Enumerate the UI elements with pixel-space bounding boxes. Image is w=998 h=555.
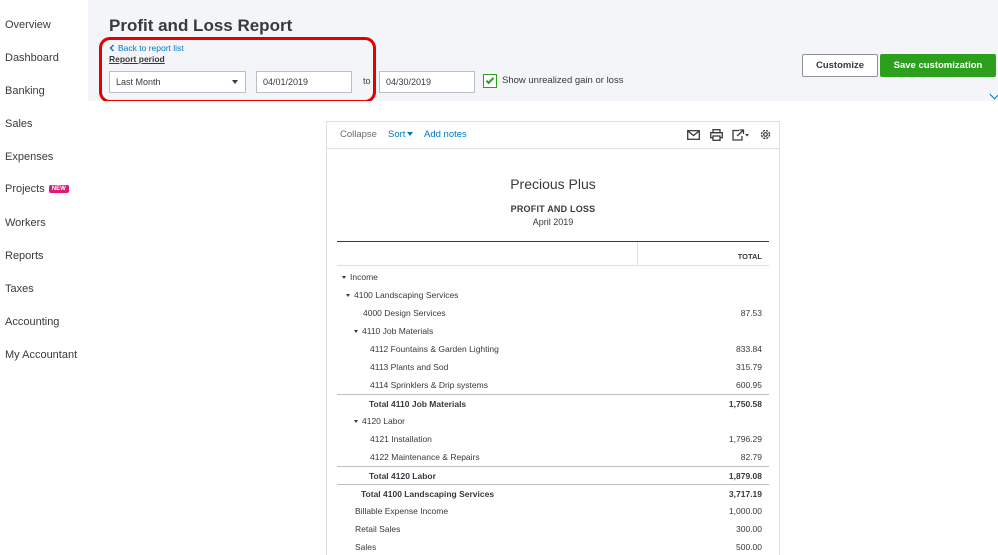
table-row: 4113 Plants and Sod 315.79 — [337, 358, 769, 376]
row-label[interactable]: 4110 Job Materials — [354, 326, 433, 336]
unrealized-gain-label: Show unrealized gain or loss — [502, 75, 624, 86]
row-value[interactable]: 3,717.19 — [729, 489, 762, 499]
expand-triangle-icon[interactable] — [354, 420, 358, 423]
report-area: Collapse Sort Add notes Precious Plus PR… — [88, 101, 998, 555]
left-navigation: Overview Dashboard Banking Sales Expense… — [0, 0, 88, 555]
total-column-header: TOTAL — [737, 252, 762, 261]
nav-reports[interactable]: Reports — [5, 250, 44, 262]
nav-dashboard[interactable]: Dashboard — [5, 52, 59, 64]
nav-workers[interactable]: Workers — [5, 217, 46, 229]
row-label[interactable]: Income — [342, 272, 378, 282]
collapse-link[interactable]: Collapse — [340, 129, 377, 140]
row-label[interactable]: 4113 Plants and Sod — [370, 362, 448, 372]
column-divider — [637, 242, 638, 266]
customize-button[interactable]: Customize — [802, 54, 878, 77]
print-icon[interactable] — [710, 129, 723, 141]
row-label-text: Income — [350, 272, 378, 282]
table-row: 4120 Labor — [337, 412, 769, 430]
table-row: 4110 Job Materials — [337, 322, 769, 340]
expand-triangle-icon[interactable] — [354, 330, 358, 333]
row-label[interactable]: Retail Sales — [355, 524, 400, 534]
new-badge: NEW — [48, 185, 69, 193]
row-label[interactable]: Total 4120 Labor — [369, 471, 436, 481]
export-icon[interactable] — [732, 129, 749, 141]
row-label[interactable]: 4120 Labor — [354, 416, 405, 426]
row-label[interactable]: 4000 Design Services — [363, 308, 446, 318]
save-customization-button[interactable]: Save customization — [880, 54, 996, 77]
table-row: Retail Sales 300.00 — [337, 520, 769, 538]
sort-label: Sort — [388, 129, 406, 140]
report-paper: Collapse Sort Add notes Precious Plus PR… — [326, 121, 780, 555]
expand-triangle-icon[interactable] — [346, 294, 350, 297]
sort-dropdown[interactable]: Sort — [388, 129, 414, 140]
company-name: Precious Plus — [510, 176, 596, 192]
table-row: 4114 Sprinklers & Drip systems 600.95 — [337, 376, 769, 394]
expand-triangle-icon[interactable] — [342, 276, 346, 279]
row-label-text: 4110 Job Materials — [362, 326, 434, 336]
email-icon[interactable] — [687, 130, 700, 140]
unrealized-gain-checkbox[interactable] — [483, 74, 497, 88]
report-period-subtitle: April 2019 — [532, 217, 574, 227]
nav-projects[interactable]: Projects NEW — [5, 183, 69, 195]
nav-banking[interactable]: Banking — [5, 85, 45, 97]
report-title: PROFIT AND LOSS — [510, 204, 596, 214]
row-label[interactable]: Billable Expense Income — [355, 506, 448, 516]
column-header-row: TOTAL — [337, 241, 769, 266]
table-row: 4100 Landscaping Services — [337, 286, 769, 304]
row-label-text: 4100 Landscaping Services — [354, 290, 459, 300]
row-value[interactable]: 1,000.00 — [729, 506, 762, 516]
row-value[interactable]: 87.53 — [741, 308, 762, 318]
page-title: Profit and Loss Report — [109, 16, 293, 35]
table-row: 4121 Installation 1,796.29 — [337, 430, 769, 448]
row-value[interactable]: 500.00 — [736, 542, 762, 552]
report-header: Profit and Loss Report Back to report li… — [88, 0, 998, 103]
row-label[interactable]: 4114 Sprinklers & Drip systems — [370, 380, 488, 390]
table-row: Sales 500.00 — [337, 538, 769, 555]
table-row: 4122 Maintenance & Repairs 82.79 — [337, 448, 769, 466]
nav-my-accountant[interactable]: My Accountant — [5, 349, 77, 361]
settings-gear-icon[interactable] — [759, 128, 772, 141]
nav-taxes[interactable]: Taxes — [5, 283, 34, 295]
row-value[interactable]: 300.00 — [736, 524, 762, 534]
nav-accounting[interactable]: Accounting — [5, 316, 59, 328]
caret-down-icon — [407, 132, 414, 136]
row-value[interactable]: 82.79 — [741, 452, 762, 462]
table-row: Income — [337, 268, 769, 286]
nav-expenses[interactable]: Expenses — [5, 151, 53, 163]
row-value[interactable]: 600.95 — [736, 380, 762, 390]
report-toolbar: Collapse Sort Add notes — [327, 122, 779, 149]
nav-overview[interactable]: Overview — [5, 19, 51, 31]
row-label[interactable]: Total 4110 Job Materials — [369, 399, 466, 409]
row-label[interactable]: Sales — [355, 542, 376, 552]
table-row: Billable Expense Income 1,000.00 — [337, 502, 769, 520]
table-row: 4000 Design Services 87.53 — [337, 304, 769, 322]
table-row-total: Total 4120 Labor 1,879.08 — [337, 466, 769, 484]
nav-sales[interactable]: Sales — [5, 118, 33, 130]
table-row-total: Total 4110 Job Materials 1,750.58 — [337, 394, 769, 412]
row-value[interactable]: 1,796.29 — [729, 434, 762, 444]
row-value[interactable]: 315.79 — [736, 362, 762, 372]
nav-projects-label: Projects — [5, 183, 45, 195]
table-row: 4112 Fountains & Garden Lighting 833.84 — [337, 340, 769, 358]
add-notes-link[interactable]: Add notes — [424, 129, 467, 140]
highlight-annotation — [99, 37, 376, 103]
chevron-down-icon[interactable] — [989, 89, 998, 100]
row-label[interactable]: 4121 Installation — [370, 434, 432, 444]
row-value[interactable]: 833.84 — [736, 344, 762, 354]
row-label[interactable]: 4122 Maintenance & Repairs — [370, 452, 480, 462]
row-label[interactable]: 4112 Fountains & Garden Lighting — [370, 344, 499, 354]
row-label[interactable]: Total 4100 Landscaping Services — [361, 489, 494, 499]
row-label-text: 4120 Labor — [362, 416, 406, 426]
checkmark-icon — [485, 75, 495, 85]
table-row-total: Total 4100 Landscaping Services 3,717.19 — [337, 484, 769, 502]
row-label[interactable]: 4100 Landscaping Services — [346, 290, 458, 300]
row-value[interactable]: 1,879.08 — [729, 471, 762, 481]
date-to-input[interactable] — [379, 71, 475, 93]
row-value[interactable]: 1,750.58 — [729, 399, 762, 409]
